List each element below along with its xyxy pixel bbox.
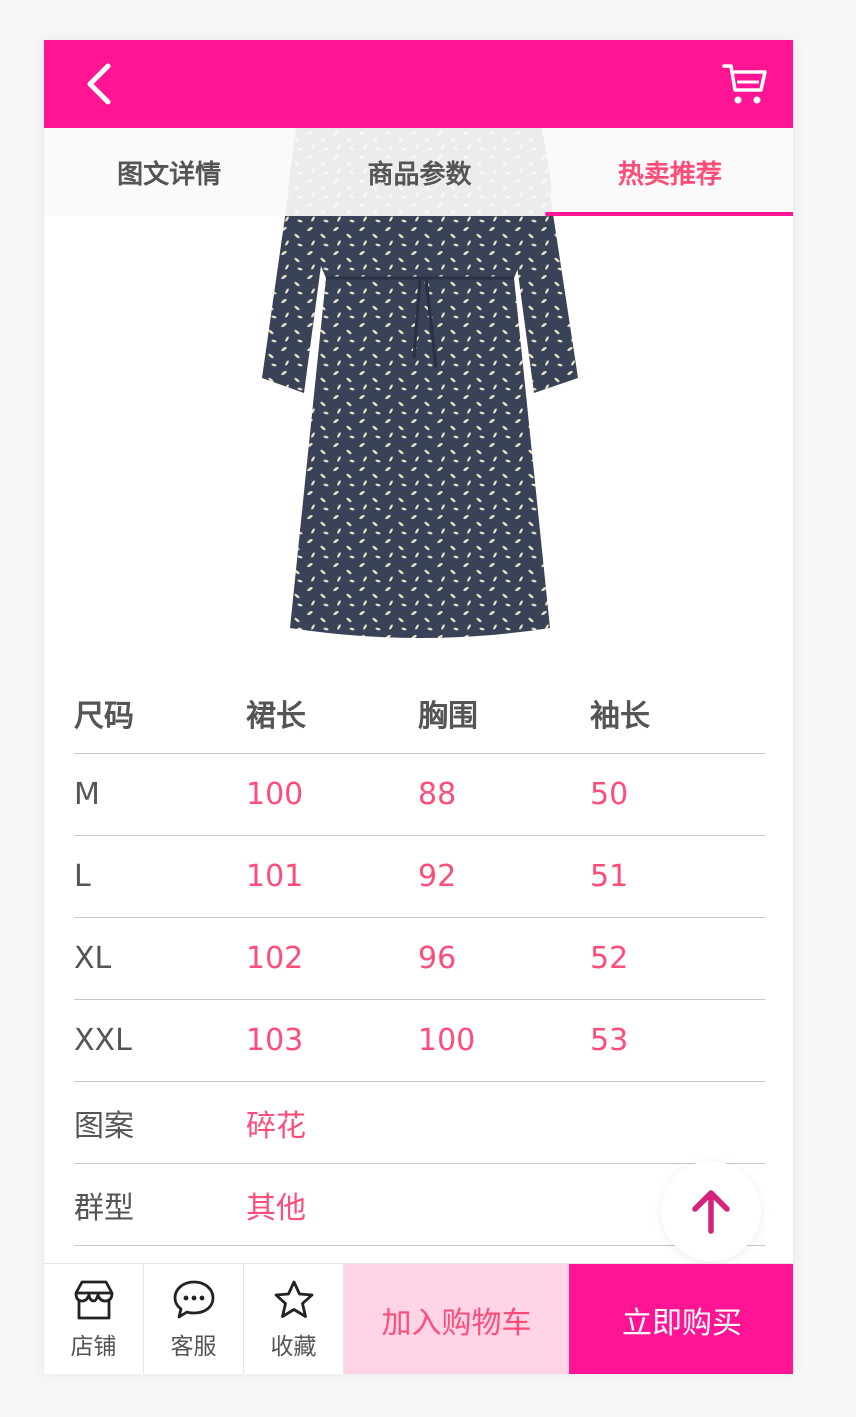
size-cell: M [74, 777, 100, 812]
size-cell: XL [74, 941, 112, 976]
value-cell: 100 [418, 1023, 476, 1058]
value-cell: 101 [246, 859, 304, 894]
chevron-left-icon [87, 63, 111, 105]
shopping-cart-icon [722, 64, 767, 104]
value-cell: 102 [246, 941, 304, 976]
value-cell: 92 [418, 859, 457, 894]
column-header: 袖长 [590, 698, 650, 734]
shop-icon [74, 1280, 113, 1319]
attribute-label: 群型 [74, 1190, 134, 1226]
customer-service-label: 客服 [170, 1333, 217, 1360]
column-header: 尺码 [74, 698, 134, 734]
value-cell: 50 [590, 777, 629, 812]
bottom-action-bar: 店铺 客服 收藏 加入购物车 立即购买 [44, 1263, 793, 1374]
tab-hot-recommend[interactable]: 热卖推荐 [544, 128, 793, 216]
arrow-up-icon [692, 1190, 730, 1234]
tab-graphic-detail[interactable]: 图文详情 [44, 128, 294, 216]
table-row: M 100 88 50 [74, 754, 765, 836]
table-row: L 101 92 51 [74, 836, 765, 918]
add-to-cart-button[interactable]: 加入购物车 [344, 1264, 569, 1374]
detail-tabs: 图文详情 商品参数 热卖推荐 [44, 128, 793, 216]
table-header-row: 尺码 裙长 胸围 袖长 [74, 672, 765, 754]
favorite-label: 收藏 [270, 1333, 317, 1360]
cart-button[interactable] [721, 60, 769, 108]
favorite-button[interactable]: 收藏 [244, 1264, 344, 1374]
size-parameter-table: 尺码 裙长 胸围 袖长 M 100 88 50 L 101 92 51 XL 1… [74, 672, 765, 1246]
column-header: 裙长 [246, 698, 306, 734]
star-icon [274, 1280, 313, 1318]
app-frame: 图文详情 商品参数 热卖推荐 尺码 裙长 胸围 袖长 M 100 88 50 L… [43, 40, 794, 1374]
tab-product-params[interactable]: 商品参数 [294, 128, 544, 216]
value-cell: 96 [418, 941, 457, 976]
back-to-top-button[interactable] [661, 1161, 761, 1261]
top-header [44, 40, 793, 128]
value-cell: 52 [590, 941, 629, 976]
attribute-label: 图案 [74, 1108, 134, 1144]
size-cell: L [74, 859, 91, 894]
customer-service-button[interactable]: 客服 [144, 1264, 244, 1374]
size-cell: XXL [74, 1023, 132, 1058]
attribute-value: 碎花 [246, 1108, 306, 1144]
shop-button[interactable]: 店铺 [44, 1264, 144, 1374]
column-header: 胸围 [418, 698, 478, 734]
value-cell: 88 [418, 777, 457, 812]
attribute-row: 图案 碎花 [74, 1082, 765, 1164]
table-row: XXL 103 100 53 [74, 1000, 765, 1082]
buy-now-button[interactable]: 立即购买 [569, 1264, 793, 1374]
attribute-value: 其他 [246, 1190, 306, 1226]
value-cell: 53 [590, 1023, 629, 1058]
value-cell: 103 [246, 1023, 304, 1058]
table-row: XL 102 96 52 [74, 918, 765, 1000]
chat-bubble-icon [173, 1280, 214, 1318]
shop-label: 店铺 [70, 1333, 117, 1360]
back-button[interactable] [74, 58, 126, 110]
value-cell: 100 [246, 777, 304, 812]
value-cell: 51 [590, 859, 629, 894]
